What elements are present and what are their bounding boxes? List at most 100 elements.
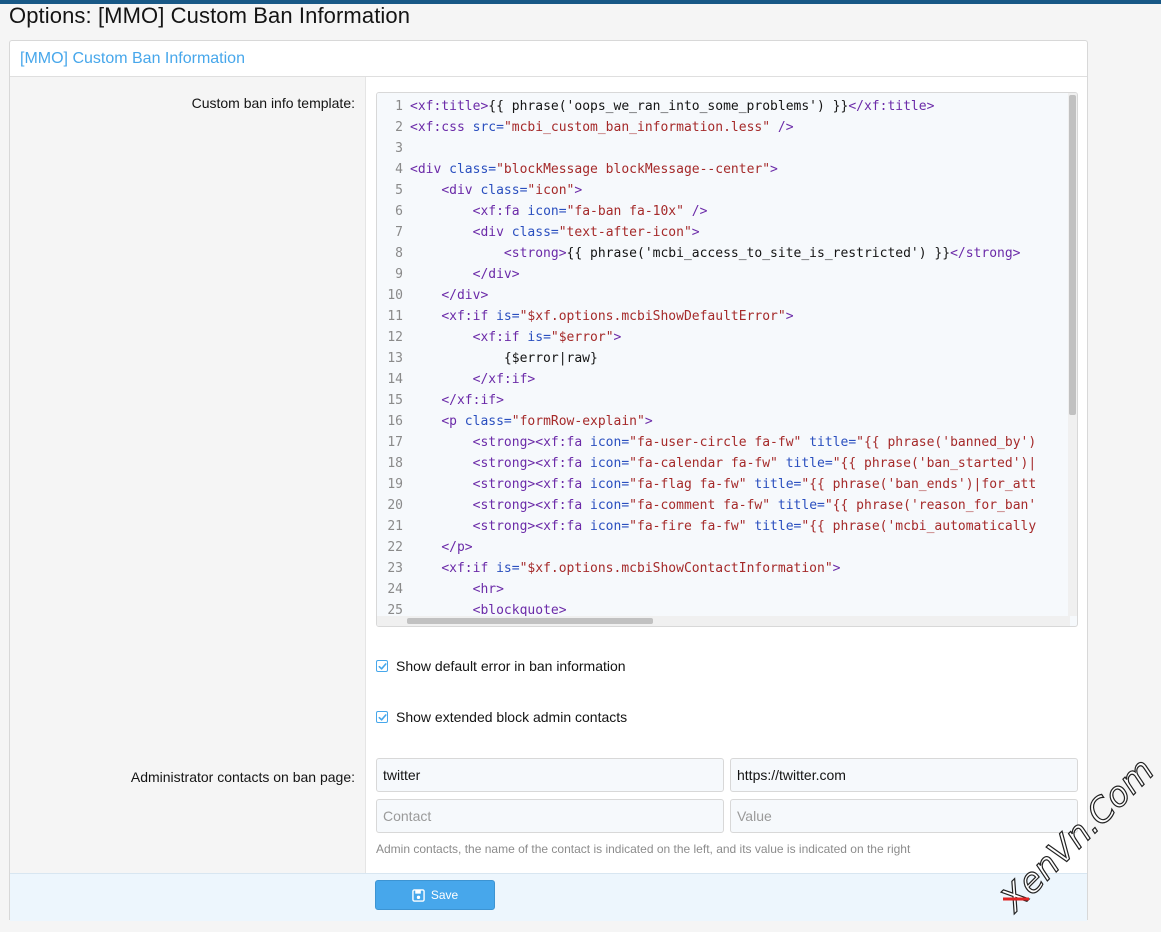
template-label: Custom ban info template: [191, 95, 355, 111]
code-text: </div> [472, 267, 520, 282]
code-line: 13 {$error|raw} [377, 348, 1077, 369]
vertical-scrollbar-thumb[interactable] [1069, 95, 1076, 415]
options-block: [MMO] Custom Ban Information Custom ban … [9, 40, 1088, 921]
save-button[interactable]: Save [375, 880, 495, 910]
code-line: 19 <strong><xf:fa icon="fa-flag fa-fw" t… [377, 474, 1077, 495]
save-label: Save [430, 888, 459, 902]
code-line: 5 <div class="icon"> [377, 180, 1077, 201]
line-number: 2 [395, 120, 403, 135]
code-text: <div class="icon"> [441, 183, 583, 198]
line-number: 18 [387, 456, 403, 471]
horizontal-scrollbar[interactable] [377, 616, 1070, 626]
code-text: <div class="blockMessage blockMessage--c… [410, 162, 778, 177]
show-default-error-option[interactable]: Show default error in ban information [376, 658, 626, 674]
code-line: 18 <strong><xf:fa icon="fa-calendar fa-f… [377, 453, 1077, 474]
line-number: 3 [395, 141, 403, 156]
code-text: <strong><xf:fa icon="fa-fire fa-fw" titl… [472, 519, 1037, 534]
line-number: 20 [387, 498, 403, 513]
page-title: Options: [MMO] Custom Ban Information [9, 3, 411, 28]
code-text: <strong><xf:fa icon="fa-flag fa-fw" titl… [472, 477, 1037, 492]
line-number: 19 [387, 477, 403, 492]
contact-value-input[interactable]: https://twitter.com [730, 758, 1078, 792]
line-number: 15 [387, 393, 403, 408]
code-text: <xf:if is="$error"> [472, 330, 622, 345]
contacts-label: Administrator contacts on ban page: [130, 769, 355, 785]
contact-name-input[interactable]: twitter [376, 758, 724, 792]
code-text: <xf:if is="$xf.options.mcbiShowDefaultEr… [441, 309, 794, 324]
horizontal-scrollbar-thumb[interactable] [407, 618, 653, 624]
line-number: 4 [395, 162, 403, 177]
code-text: <strong>{{ phrase('mcbi_access_to_site_i… [503, 246, 1021, 261]
code-line: 6 <xf:fa icon="fa-ban fa-10x" /> [377, 201, 1077, 222]
code-text: <xf:title>{{ phrase('oops_we_ran_into_so… [410, 99, 935, 114]
show-extended-contacts-checkbox[interactable] [376, 711, 388, 723]
new-contact-name-input[interactable]: Contact [376, 799, 724, 833]
code-text: <div class="text-after-icon"> [472, 225, 700, 240]
code-text: <xf:css src="mcbi_custom_ban_information… [410, 120, 794, 135]
code-line: 20 <strong><xf:fa icon="fa-comment fa-fw… [377, 495, 1077, 516]
code-line: 4 <div class="blockMessage blockMessage--… [377, 159, 1077, 180]
line-number: 21 [387, 519, 403, 534]
show-default-error-checkbox[interactable] [376, 660, 388, 672]
code-line: 10 </div> [377, 285, 1077, 306]
code-text: </xf:if> [472, 372, 536, 387]
code-text: <hr> [472, 582, 504, 597]
code-text: {$error|raw} [410, 351, 598, 366]
block-header: [MMO] Custom Ban Information [10, 41, 1087, 77]
code-lines: 1 <xf:title>{{ phrase('oops_we_ran_into_s… [377, 96, 1077, 621]
code-text: <strong><xf:fa icon="fa-user-circle fa-f… [472, 435, 1037, 450]
checkmark-icon [378, 713, 387, 721]
line-number: 24 [387, 582, 403, 597]
line-number: 13 [387, 351, 403, 366]
code-line: 22 </p> [377, 537, 1077, 558]
line-number: 8 [395, 246, 403, 261]
code-line: 9 </div> [377, 264, 1077, 285]
line-number: 23 [387, 561, 403, 576]
code-line: 21 <strong><xf:fa icon="fa-fire fa-fw" t… [377, 516, 1077, 537]
code-text: </xf:if> [441, 393, 504, 408]
code-text: </p> [441, 540, 473, 555]
code-line: 12 <xf:if is="$error"> [377, 327, 1077, 348]
line-number: 10 [387, 288, 403, 303]
line-number: 5 [395, 183, 403, 198]
code-line: 15 </xf:if> [377, 390, 1077, 411]
form-footer: Save [10, 873, 1087, 921]
template-code-editor[interactable]: 1 <xf:title>{{ phrase('oops_we_ran_into_s… [376, 92, 1078, 627]
save-icon [412, 888, 425, 902]
vertical-scrollbar[interactable] [1068, 93, 1077, 616]
code-line: 23 <xf:if is="$xf.options.mcbiShowContac… [377, 558, 1077, 579]
code-line: 24 <hr> [377, 579, 1077, 600]
new-contact-value-input[interactable]: Value [730, 799, 1078, 833]
show-extended-contacts-option[interactable]: Show extended block admin contacts [376, 709, 627, 725]
code-text: <xf:if is="$xf.options.mcbiShowContactIn… [441, 561, 841, 576]
show-extended-contacts-label: Show extended block admin contacts [396, 709, 628, 725]
code-line: 7 <div class="text-after-icon"> [377, 222, 1077, 243]
line-number: 9 [395, 267, 403, 282]
code-text: </div> [441, 288, 489, 303]
line-number: 6 [395, 204, 403, 219]
checkmark-icon [378, 662, 387, 670]
label-column: Custom ban info template: Administrator … [10, 77, 366, 909]
line-number: 12 [387, 330, 403, 345]
code-line: 11 <xf:if is="$xf.options.mcbiShowDefaul… [377, 306, 1077, 327]
code-text: <p class="formRow-explain"> [441, 414, 653, 429]
code-text: <xf:fa icon="fa-ban fa-10x" /> [472, 204, 708, 219]
line-number: 1 [395, 99, 403, 114]
line-number: 14 [387, 372, 403, 387]
show-default-error-label: Show default error in ban information [396, 658, 626, 674]
code-line: 16 <p class="formRow-explain"> [377, 411, 1077, 432]
line-number: 17 [387, 435, 403, 450]
code-line: 1 <xf:title>{{ phrase('oops_we_ran_into_s… [377, 96, 1077, 117]
code-line: 2 <xf:css src="mcbi_custom_ban_informatio… [377, 117, 1077, 138]
line-number: 11 [387, 309, 403, 324]
contacts-explain: Admin contacts, the name of the contact … [376, 842, 911, 856]
code-line: 3 [377, 138, 1077, 159]
code-line: 8 <strong>{{ phrase('mcbi_access_to_site… [377, 243, 1077, 264]
line-number: 22 [387, 540, 403, 555]
code-line: 17 <strong><xf:fa icon="fa-user-circle f… [377, 432, 1077, 453]
line-number: 16 [387, 414, 403, 429]
line-number: 7 [395, 225, 403, 240]
code-line: 14 </xf:if> [377, 369, 1077, 390]
code-text: <strong><xf:fa icon="fa-comment fa-fw" t… [472, 498, 1037, 513]
code-text: <strong><xf:fa icon="fa-calendar fa-fw" … [472, 456, 1037, 471]
